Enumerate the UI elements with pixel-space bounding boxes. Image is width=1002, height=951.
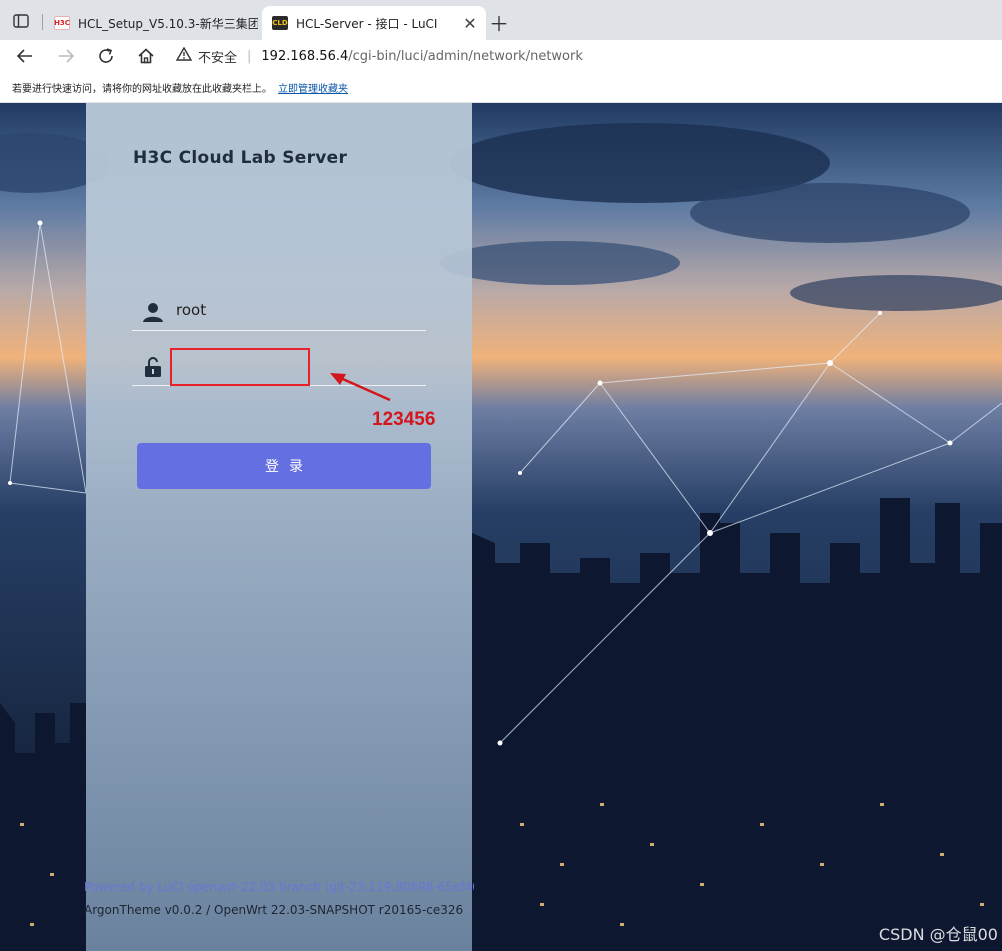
tab-title: HCL_Setup_V5.10.3-新华三集团- <box>78 16 258 31</box>
home-icon[interactable] <box>133 43 159 69</box>
luci-login-page: H3C Cloud Lab Server root 登录 Powered by … <box>0 103 1002 951</box>
url-path: /cgi-bin/luci/admin/network/network <box>348 48 583 64</box>
csdn-watermark: CSDN @仓鼠00 <box>878 925 998 944</box>
security-label[interactable]: 不安全 <box>198 47 237 66</box>
back-icon[interactable] <box>12 43 38 69</box>
tab-hcl-server[interactable]: CLD HCL-Server - 接口 - LuCI ✕ <box>262 6 486 40</box>
forward-icon[interactable] <box>53 43 79 69</box>
tab-actions-icon[interactable] <box>10 11 32 31</box>
tab-title: HCL-Server - 接口 - LuCI <box>296 16 438 31</box>
annotation-arrow-icon <box>330 373 391 402</box>
h3c-favicon-icon: H3C <box>54 16 70 30</box>
tab-separator <box>42 14 43 30</box>
browser-tab-bar: H3C HCL_Setup_V5.10.3-新华三集团- CLD HCL-Ser… <box>0 0 1002 40</box>
favorites-bar: 若要进行快速访问，请将你的网址收藏放在此收藏夹栏上。 立即管理收藏夹 <box>0 72 1002 103</box>
favorites-hint: 若要进行快速访问，请将你的网址收藏放在此收藏夹栏上。 <box>12 83 272 95</box>
hcl-favicon-icon: CLD <box>272 16 288 30</box>
browser-toolbar: 不安全 | 192.168.56.4 /cgi-bin/luci/admin/n… <box>0 40 1002 72</box>
password-annotation: 123456 <box>372 409 436 430</box>
address-bar[interactable]: 不安全 | 192.168.56.4 /cgi-bin/luci/admin/n… <box>175 43 996 69</box>
url-host: 192.168.56.4 <box>261 48 349 64</box>
refresh-icon[interactable] <box>93 43 119 69</box>
close-tab-icon[interactable]: ✕ <box>458 14 482 33</box>
tab-hcl-setup[interactable]: H3C HCL_Setup_V5.10.3-新华三集团- <box>44 6 258 40</box>
warning-icon[interactable] <box>175 46 193 65</box>
manage-favorites-link[interactable]: 立即管理收藏夹 <box>278 80 348 95</box>
address-divider: | <box>247 48 252 64</box>
new-tab-icon[interactable]: ＋ <box>488 11 510 36</box>
